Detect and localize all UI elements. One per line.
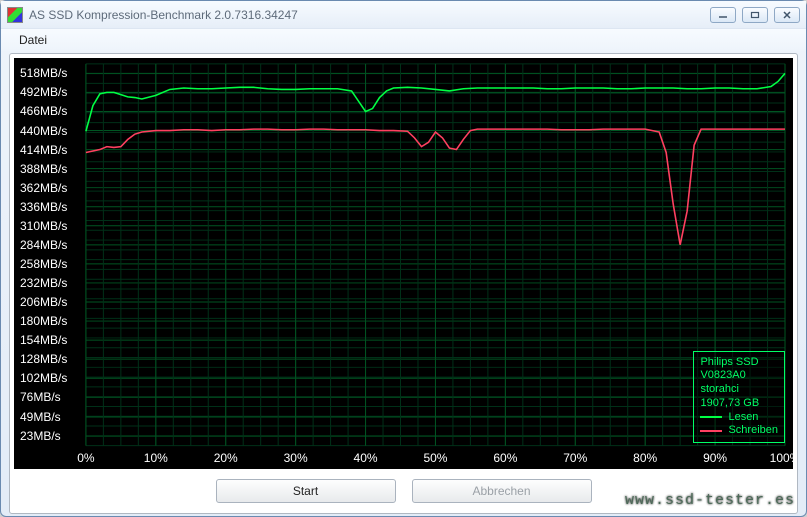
y-axis-tick-label: 336MB/s	[20, 200, 67, 214]
y-axis-tick-label: 362MB/s	[20, 181, 67, 195]
minimize-button[interactable]	[710, 7, 736, 23]
y-axis-tick-label: 466MB/s	[20, 104, 67, 118]
y-axis-tick-label: 492MB/s	[20, 85, 67, 99]
x-axis-tick-label: 70%	[563, 451, 587, 465]
y-axis-tick-label: 284MB/s	[20, 238, 67, 252]
x-axis-tick-label: 90%	[703, 451, 727, 465]
window-title: AS SSD Kompression-Benchmark 2.0.7316.34…	[29, 8, 298, 22]
x-axis-tick-label: 10%	[144, 451, 168, 465]
x-axis-tick-label: 40%	[354, 451, 378, 465]
app-icon	[7, 7, 23, 23]
y-axis-tick-label: 49MB/s	[20, 410, 61, 424]
x-axis-tick-label: 20%	[214, 451, 238, 465]
titlebar: AS SSD Kompression-Benchmark 2.0.7316.34…	[1, 1, 806, 29]
y-axis-tick-label: 76MB/s	[20, 390, 61, 404]
maximize-button[interactable]	[742, 7, 768, 23]
y-axis-tick-label: 258MB/s	[20, 257, 67, 271]
y-axis-tick-label: 23MB/s	[20, 429, 61, 443]
chart-area: 23MB/s 49MB/s 76MB/s 102MB/s 128MB/s 154MB/s 1…	[14, 58, 793, 469]
legend-device: Philips SSD	[700, 356, 778, 370]
watermark: www.ssd-tester.es	[625, 492, 795, 509]
y-axis-tick-label: 388MB/s	[20, 162, 67, 176]
y-axis-tick-label: 102MB/s	[20, 371, 67, 385]
x-axis-tick-label: 0%	[77, 451, 94, 465]
menubar: Datei	[1, 29, 806, 51]
x-axis-tick-label: 60%	[493, 451, 517, 465]
legend-write-label: Schreiben	[728, 424, 778, 438]
legend-read-label: Lesen	[728, 411, 758, 425]
close-button[interactable]	[774, 7, 800, 23]
y-axis-tick-label: 310MB/s	[20, 219, 67, 233]
legend-write-swatch	[700, 430, 722, 432]
y-axis-tick-label: 128MB/s	[20, 352, 67, 366]
start-button[interactable]: Start	[216, 479, 396, 503]
legend-read-swatch	[700, 416, 722, 418]
y-axis-tick-label: 180MB/s	[20, 314, 67, 328]
y-axis-tick-label: 206MB/s	[20, 295, 67, 309]
x-axis-tick-label: 50%	[423, 451, 447, 465]
x-axis-tick-label: 30%	[284, 451, 308, 465]
y-axis-tick-label: 440MB/s	[20, 124, 67, 138]
y-axis-tick-label: 414MB/s	[20, 143, 67, 157]
x-axis-tick-label: 80%	[633, 451, 657, 465]
y-axis-tick-label: 518MB/s	[20, 66, 67, 80]
cancel-button[interactable]: Abbrechen	[412, 479, 592, 503]
legend-driver: storahci	[700, 383, 778, 397]
legend-firmware: V0823A0	[700, 369, 778, 383]
legend-capacity: 1907,73 GB	[700, 397, 778, 411]
menu-file[interactable]: Datei	[11, 31, 55, 49]
legend-box: Philips SSD V0823A0 storahci 1907,73 GB …	[693, 351, 785, 444]
y-axis-tick-label: 232MB/s	[20, 276, 67, 290]
y-axis-tick-label: 154MB/s	[20, 333, 67, 347]
x-axis-tick-label: 100%	[770, 451, 798, 465]
